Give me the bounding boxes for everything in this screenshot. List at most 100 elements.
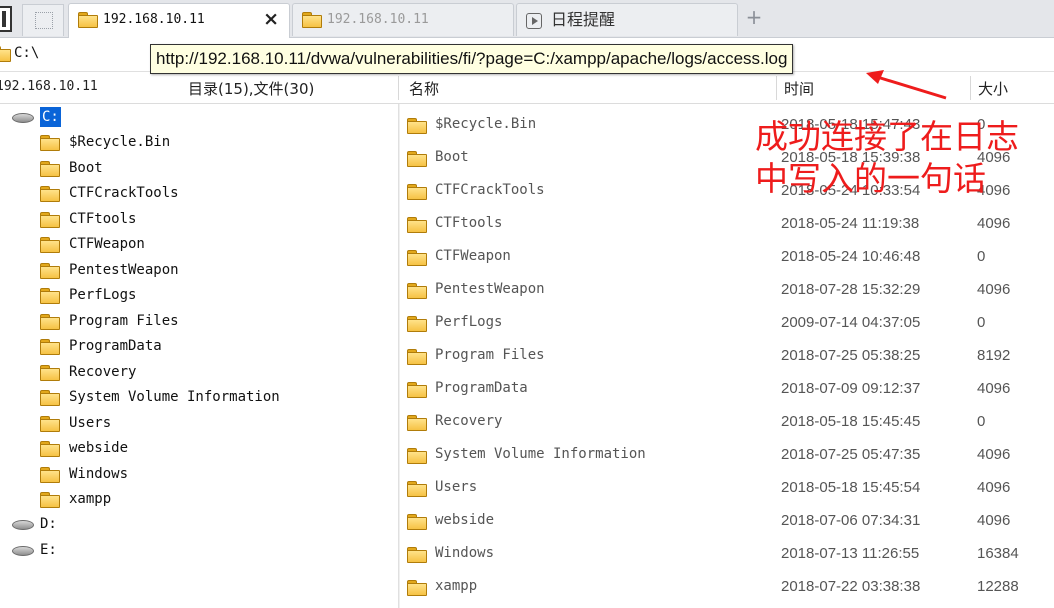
column-header-size[interactable]: 大小 bbox=[978, 78, 1008, 99]
list-row[interactable]: PerfLogs 2009-07-14 04:37:05 0 bbox=[401, 306, 1054, 339]
add-tab-icon[interactable]: + bbox=[742, 6, 766, 30]
tab-host-2[interactable]: 192.168.10.11 bbox=[292, 3, 514, 36]
arrow-icon bbox=[866, 70, 947, 100]
file-size: 12288 bbox=[977, 578, 1019, 595]
list-row[interactable]: webside 2018-07-06 07:34:31 4096 bbox=[401, 504, 1054, 537]
tab-bar: 192.168.10.11 × 192.168.10.11 日程提醒 + bbox=[0, 0, 1054, 39]
folder-icon bbox=[40, 237, 60, 253]
list-row[interactable]: ProgramData 2018-07-09 09:12:37 4096 bbox=[401, 372, 1054, 405]
close-icon[interactable]: × bbox=[263, 4, 279, 35]
annotation-line-2: 中写入的一句话 bbox=[755, 159, 986, 198]
folder-icon bbox=[407, 250, 427, 266]
tree-folder-label: CTFtools bbox=[69, 211, 137, 227]
drive-label: D: bbox=[40, 516, 57, 532]
column-header-time[interactable]: 时间 bbox=[784, 78, 814, 99]
folder-icon bbox=[407, 580, 427, 596]
folder-icon bbox=[40, 161, 60, 177]
column-divider[interactable] bbox=[970, 76, 971, 100]
folder-icon bbox=[407, 118, 427, 134]
list-row[interactable]: Windows 2018-07-13 11:26:55 16384 bbox=[401, 537, 1054, 570]
folder-icon bbox=[302, 12, 322, 28]
list-row[interactable]: Program Files 2018-07-25 05:38:25 8192 bbox=[401, 339, 1054, 372]
clock-icon bbox=[526, 13, 542, 29]
folder-icon bbox=[0, 46, 11, 62]
tree-folder-label: CTFCrackTools bbox=[69, 185, 179, 201]
url-tooltip: http://192.168.10.11/dvwa/vulnerabilitie… bbox=[150, 44, 794, 74]
list-row[interactable]: PentestWeapon 2018-07-28 15:32:29 4096 bbox=[401, 273, 1054, 306]
folder-icon bbox=[40, 135, 60, 151]
list-row[interactable]: Recovery 2018-05-18 15:45:45 0 bbox=[401, 405, 1054, 438]
file-time: 2018-05-24 10:46:48 bbox=[781, 248, 921, 265]
file-time: 2018-05-18 15:45:45 bbox=[781, 413, 921, 430]
window-icon bbox=[0, 6, 12, 32]
folder-icon bbox=[407, 547, 427, 563]
tree-folder-label: Boot bbox=[69, 160, 103, 176]
file-size: 4096 bbox=[977, 479, 1011, 496]
file-name: Boot bbox=[435, 149, 469, 165]
folder-icon bbox=[407, 382, 427, 398]
folder-icon bbox=[40, 467, 60, 483]
tree-folder-label: PentestWeapon bbox=[69, 262, 179, 278]
tab-schedule-reminder[interactable]: 日程提醒 bbox=[516, 3, 738, 36]
folder-icon bbox=[407, 184, 427, 200]
file-name: $Recycle.Bin bbox=[435, 116, 537, 132]
annotation-text: 成功连接了在日志 中写入的一句话 bbox=[755, 116, 1054, 200]
file-size: 0 bbox=[977, 248, 986, 265]
tree-folder-label: Users bbox=[69, 415, 112, 431]
tab-label: 192.168.10.11 bbox=[327, 12, 429, 27]
folder-icon bbox=[40, 314, 60, 330]
folder-icon bbox=[407, 514, 427, 530]
list-row[interactable]: xampp 2018-07-22 03:38:38 12288 bbox=[401, 570, 1054, 603]
file-size: 4096 bbox=[977, 446, 1011, 463]
tree-folder-label: $Recycle.Bin bbox=[69, 134, 171, 150]
file-name: ProgramData bbox=[435, 380, 528, 396]
tab-blank[interactable] bbox=[22, 4, 64, 36]
file-name: PentestWeapon bbox=[435, 281, 545, 297]
folder-icon bbox=[40, 339, 60, 355]
folder-icon bbox=[407, 481, 427, 497]
file-name: CTFWeapon bbox=[435, 248, 511, 264]
annotation-line-1: 成功连接了在日志 bbox=[755, 117, 1019, 156]
tree-folder-label: System Volume Information bbox=[69, 389, 280, 405]
host-label: 192.168.10.11 bbox=[0, 79, 98, 94]
folder-icon bbox=[40, 390, 60, 406]
folder-icon bbox=[407, 283, 427, 299]
file-name: webside bbox=[435, 512, 495, 528]
drive-icon bbox=[10, 519, 34, 530]
file-time: 2018-07-25 05:38:25 bbox=[781, 347, 921, 364]
file-time: 2018-07-06 07:34:31 bbox=[781, 512, 921, 529]
tree-folder-label: Recovery bbox=[69, 364, 137, 380]
list-row[interactable]: Users 2018-05-18 15:45:54 4096 bbox=[401, 471, 1054, 504]
list-row[interactable]: CTFWeapon 2018-05-24 10:46:48 0 bbox=[401, 240, 1054, 273]
file-time: 2018-07-28 15:32:29 bbox=[781, 281, 921, 298]
tab-host-active[interactable]: 192.168.10.11 × bbox=[68, 3, 290, 39]
tree-folder-label: webside bbox=[69, 440, 129, 456]
file-time: 2018-05-24 11:19:38 bbox=[781, 215, 920, 232]
folder-icon bbox=[40, 212, 60, 228]
column-divider[interactable] bbox=[398, 76, 399, 100]
drive-icon bbox=[10, 112, 34, 123]
file-time: 2018-07-22 03:38:38 bbox=[781, 578, 921, 595]
folder-icon bbox=[40, 186, 60, 202]
tree-folder-label: Windows bbox=[69, 466, 129, 482]
file-name: PerfLogs bbox=[435, 314, 503, 330]
folder-icon bbox=[40, 441, 60, 457]
folder-icon bbox=[78, 12, 98, 28]
folder-icon bbox=[407, 448, 427, 464]
address-path[interactable]: C:\ bbox=[14, 45, 39, 61]
column-divider[interactable] bbox=[776, 76, 777, 100]
file-size: 4096 bbox=[977, 281, 1011, 298]
blank-page-icon bbox=[35, 12, 53, 29]
file-size: 4096 bbox=[977, 512, 1011, 529]
tree-folder-label: PerfLogs bbox=[69, 287, 137, 303]
folder-icon bbox=[407, 151, 427, 167]
folder-icon bbox=[407, 217, 427, 233]
list-row[interactable]: System Volume Information 2018-07-25 05:4… bbox=[401, 438, 1054, 471]
column-header-name[interactable]: 名称 bbox=[409, 78, 439, 99]
drive-label: E: bbox=[40, 542, 57, 558]
panel-splitter[interactable] bbox=[398, 104, 400, 608]
drive-icon bbox=[10, 545, 34, 556]
file-name: System Volume Information bbox=[435, 446, 646, 462]
file-name: CTFtools bbox=[435, 215, 503, 231]
list-row[interactable]: CTFtools 2018-05-24 11:19:38 4096 bbox=[401, 207, 1054, 240]
